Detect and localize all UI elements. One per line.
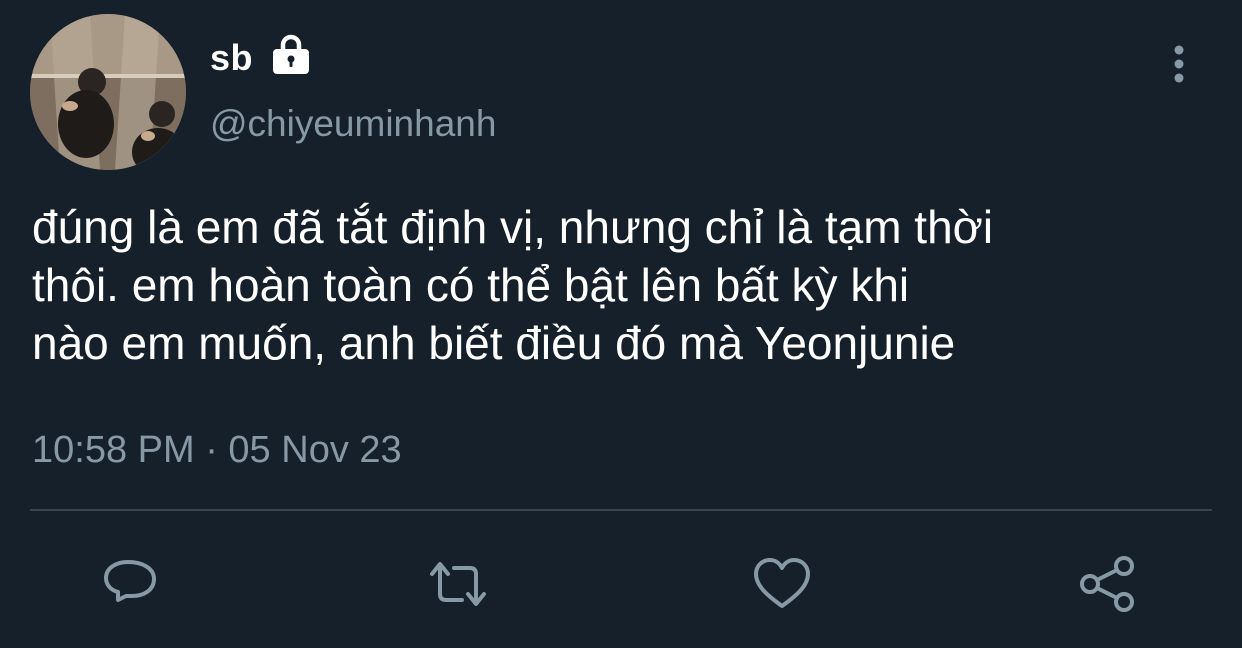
share-button[interactable] — [1076, 552, 1140, 616]
retweet-button[interactable] — [426, 552, 490, 616]
tweet-text: đúng là em đã tắt định vị, nhưng chỉ là … — [32, 198, 1227, 372]
retweet-icon — [430, 562, 486, 606]
tweet-text-line: thôi. em hoàn toàn có thể bật lên bất kỳ… — [32, 259, 910, 311]
lock-icon — [268, 34, 314, 74]
avatar[interactable] — [30, 14, 186, 170]
more-options-icon[interactable] — [1166, 44, 1192, 86]
share-icon — [1080, 556, 1134, 612]
like-icon — [754, 558, 810, 608]
tweet-card: sb @chiyeuminhanh đúng là em đã tắt định… — [0, 0, 1242, 648]
tweet-text-line: đúng là em đã tắt định vị, nhưng chỉ là … — [32, 201, 994, 253]
tweet-text-line: nào em muốn, anh biết điều đó mà Yeonjun… — [32, 317, 956, 369]
tweet-timestamp[interactable]: 10:58 PM · 05 Nov 23 — [32, 427, 402, 473]
username-handle[interactable]: @chiyeuminhanh — [210, 102, 496, 146]
divider — [30, 509, 1212, 511]
like-button[interactable] — [750, 552, 814, 616]
reply-button[interactable] — [98, 552, 162, 616]
display-name[interactable]: sb — [210, 36, 253, 80]
reply-icon — [104, 560, 156, 602]
avatar-photo — [30, 14, 186, 170]
